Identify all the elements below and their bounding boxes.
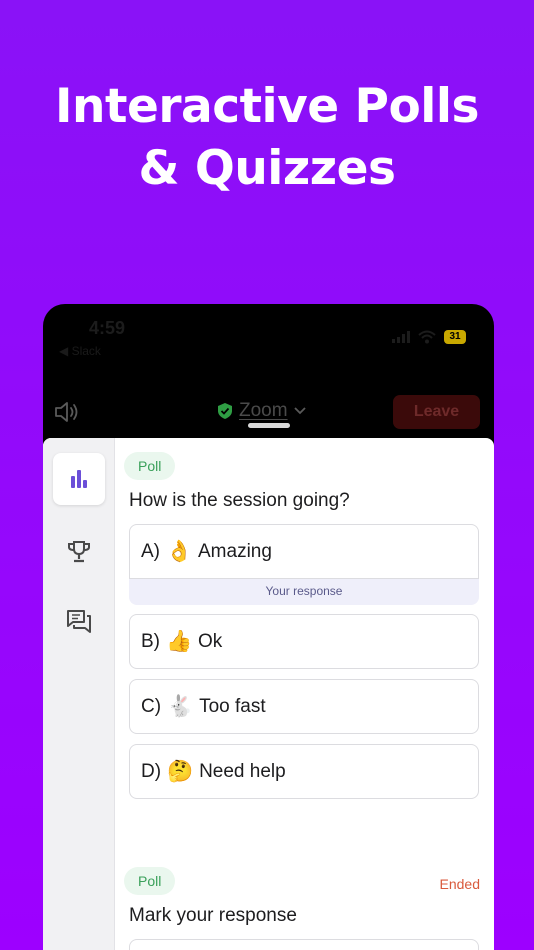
- leave-button[interactable]: Leave: [393, 395, 480, 429]
- poll-badge: Poll: [124, 867, 176, 895]
- your-response-label: Your response: [129, 578, 479, 605]
- sidebar-item-chat[interactable]: [53, 596, 105, 648]
- poll-option-c[interactable]: C) 🐇 Too fast: [129, 679, 479, 734]
- thumbs-up-icon: 👍: [166, 629, 193, 653]
- sidebar-item-quizzes[interactable]: [53, 526, 105, 578]
- headline: Interactive Polls & Quizzes: [0, 76, 534, 200]
- option-letter: B): [141, 630, 160, 652]
- headline-line-1: Interactive Polls: [55, 79, 479, 134]
- poll-question: Mark your response: [129, 905, 297, 926]
- poll-option-a[interactable]: A) 👌 Amazing: [129, 524, 479, 579]
- poll-option-partial[interactable]: [129, 939, 479, 950]
- shield-check-icon: [218, 403, 232, 419]
- polls-content: Poll How is the session going? A) 👌 Amaz…: [115, 438, 494, 950]
- battery-icon: 31: [444, 330, 466, 344]
- rabbit-icon: 🐇: [167, 694, 194, 718]
- poll-status-ended: Ended: [439, 876, 480, 892]
- polls-sheet: Poll How is the session going? A) 👌 Amaz…: [43, 438, 494, 950]
- poll-question: How is the session going?: [129, 490, 350, 511]
- ok-hand-icon: 👌: [166, 539, 193, 563]
- option-text: Need help: [199, 760, 286, 782]
- option-text: Amazing: [198, 540, 272, 562]
- meeting-app-selector[interactable]: Zoom: [217, 400, 306, 422]
- bar-chart-icon: [71, 470, 87, 488]
- trophy-icon: [68, 541, 90, 563]
- thinking-face-icon: 🤔: [167, 759, 194, 783]
- option-letter: C): [141, 695, 162, 717]
- option-text: Too fast: [199, 695, 266, 717]
- chat-icon: [67, 610, 91, 633]
- option-letter: D): [141, 760, 162, 782]
- poll-option-b[interactable]: B) 👍 Ok: [129, 614, 479, 669]
- meeting-app-name: Zoom: [239, 400, 288, 421]
- option-text: Ok: [198, 630, 223, 652]
- sheet-drag-handle[interactable]: [248, 423, 290, 428]
- sidebar: [43, 438, 115, 950]
- chevron-down-icon: [293, 407, 306, 415]
- speaker-icon[interactable]: [53, 400, 83, 424]
- option-letter: A): [141, 540, 160, 562]
- status-time: 4:59: [89, 318, 126, 338]
- wifi-icon: [418, 330, 436, 344]
- headline-line-2: & Quizzes: [138, 141, 396, 196]
- sidebar-item-polls[interactable]: [53, 453, 105, 505]
- cellular-signal-icon: [392, 331, 410, 343]
- phone-frame: 4:59 ◀ Slack 31 Zoom Leave Poll How is t…: [43, 304, 494, 950]
- poll-badge: Poll: [124, 452, 176, 480]
- poll-option-d[interactable]: D) 🤔 Need help: [129, 744, 479, 799]
- status-icons: 31: [392, 330, 466, 344]
- status-back-link[interactable]: ◀ Slack: [59, 344, 101, 358]
